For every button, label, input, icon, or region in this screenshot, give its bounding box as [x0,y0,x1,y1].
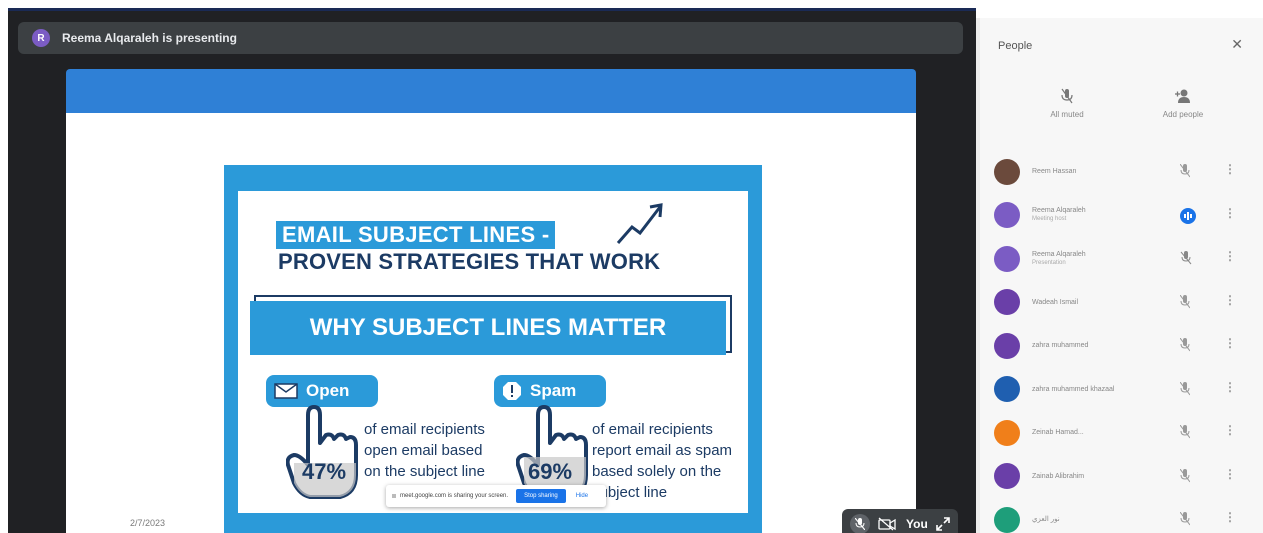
shared-slide: EMAIL SUBJECT LINES - PROVEN STRATEGIES … [66,69,916,533]
self-name-label: You [906,517,928,531]
hide-notice-link[interactable]: Hide [576,493,588,499]
warning-icon [502,381,522,401]
mic-off-icon[interactable] [1179,294,1191,314]
participant-name: zahra muhammed [1032,342,1089,350]
panel-title: People [998,40,1033,52]
camera-off-icon [878,517,896,531]
participant-list: Reem Hassan ⋮ Reema Alqaraleh Meeting hos… [980,150,1263,533]
participant-name: Reema Alqaraleh Presentation [1032,250,1086,266]
avatar [994,245,1020,272]
mic-off-icon[interactable] [1179,511,1191,531]
participant-row[interactable]: Zeinab Hamad... ⋮ [980,411,1263,455]
avatar [994,202,1020,229]
participant-name: نور العزي [1032,516,1060,524]
add-people-label: Add people [1162,110,1204,119]
more-options-icon[interactable]: ⋮ [1224,510,1236,524]
spam-percentage: 69% [528,459,573,484]
all-muted-action[interactable]: All muted [1022,88,1112,119]
mic-off-icon [850,514,870,533]
people-panel: People ✕ All muted Add people Reem Hassa… [976,18,1263,533]
stop-sharing-button[interactable]: Stop sharing [516,489,566,503]
participant-row[interactable]: Reema Alqaraleh Meeting host ⋮ [980,194,1263,238]
participant-name: Wadeah Ismail [1032,298,1079,306]
more-options-icon[interactable]: ⋮ [1224,380,1236,394]
more-options-icon[interactable]: ⋮ [1224,423,1236,437]
avatar [994,289,1020,316]
mic-off-icon[interactable] [1179,468,1191,488]
participant-name: Reem Hassan [1032,168,1077,176]
slide-title-line2: PROVEN STRATEGIES THAT WORK [278,249,661,274]
participant-name: Zainab Alibrahim [1032,472,1085,480]
spam-label: Spam [530,381,577,400]
infographic-card: EMAIL SUBJECT LINES - PROVEN STRATEGIES … [224,165,762,533]
infographic-panel: EMAIL SUBJECT LINES - PROVEN STRATEGIES … [238,191,748,513]
avatar [994,332,1020,359]
participant-name: Reema Alqaraleh Meeting host [1032,207,1086,223]
avatar [994,158,1020,185]
participant-name: Zeinab Hamad... [1032,429,1084,437]
participant-row[interactable]: zahra muhammed ⋮ [980,324,1263,368]
add-person-icon [1138,88,1228,110]
expand-icon[interactable] [936,517,950,531]
participant-name: zahra muhammed khazaal [1032,385,1115,393]
mic-off-icon[interactable] [1179,337,1191,357]
presenter-avatar: R [32,29,50,47]
open-percentage: 47% [302,459,347,484]
envelope-icon [274,383,298,399]
share-notice-text: meet.google.com is sharing your screen. [400,493,509,499]
slide-title-line1: EMAIL SUBJECT LINES - [276,221,556,249]
presenting-icon [1180,251,1194,270]
participant-row[interactable]: Reema Alqaraleh Presentation ⋮ [980,237,1263,281]
avatar [994,376,1020,403]
open-label-pill: Open [266,375,378,407]
avatar [994,506,1020,533]
avatar [994,463,1020,490]
speaking-indicator-icon [1180,207,1196,229]
add-people-action[interactable]: Add people [1138,88,1228,119]
participant-row[interactable]: Wadeah Ismail ⋮ [980,281,1263,325]
open-stat-description: of email recipients open email based on … [364,421,485,480]
all-muted-label: All muted [1050,110,1084,119]
mic-off-icon[interactable] [1179,163,1191,183]
pointing-hand-icon [286,405,358,499]
mic-off-icon[interactable] [1179,424,1191,444]
close-icon[interactable]: ✕ [1231,36,1243,53]
more-options-icon[interactable]: ⋮ [1224,293,1236,307]
avatar [994,419,1020,446]
more-options-icon[interactable]: ⋮ [1224,249,1236,263]
open-label: Open [306,381,350,400]
spam-label-pill: Spam [494,375,606,407]
drag-handle-icon[interactable] [392,494,396,498]
mic-off-icon[interactable] [1179,381,1191,401]
more-options-icon[interactable]: ⋮ [1224,336,1236,350]
more-options-icon[interactable]: ⋮ [1224,467,1236,481]
presentation-banner: R Reema Alqaraleh is presenting [18,22,963,54]
more-options-icon[interactable]: ⋮ [1224,206,1236,220]
self-view-tile[interactable]: You [842,509,958,533]
participant-row[interactable]: نور العزي ⋮ [980,498,1263,533]
trend-up-icon [616,203,663,244]
mic-off-icon [1022,88,1112,110]
spam-stat-description: of email recipients report email as spam… [592,421,733,501]
screen-share-notice: meet.google.com is sharing your screen. … [386,485,606,507]
participant-row[interactable]: Reem Hassan ⋮ [980,150,1263,194]
slide-date: 2/7/2023 [130,518,166,528]
more-options-icon[interactable]: ⋮ [1224,162,1236,176]
presenting-label: Reema Alqaraleh is presenting [62,31,237,45]
participant-row[interactable]: Zainab Alibrahim ⋮ [980,455,1263,499]
section-banner: WHY SUBJECT LINES MATTER [250,301,726,355]
participant-row[interactable]: zahra muhammed khazaal ⋮ [980,368,1263,412]
meeting-stage: R Reema Alqaraleh is presenting EMAIL SU… [8,8,976,533]
